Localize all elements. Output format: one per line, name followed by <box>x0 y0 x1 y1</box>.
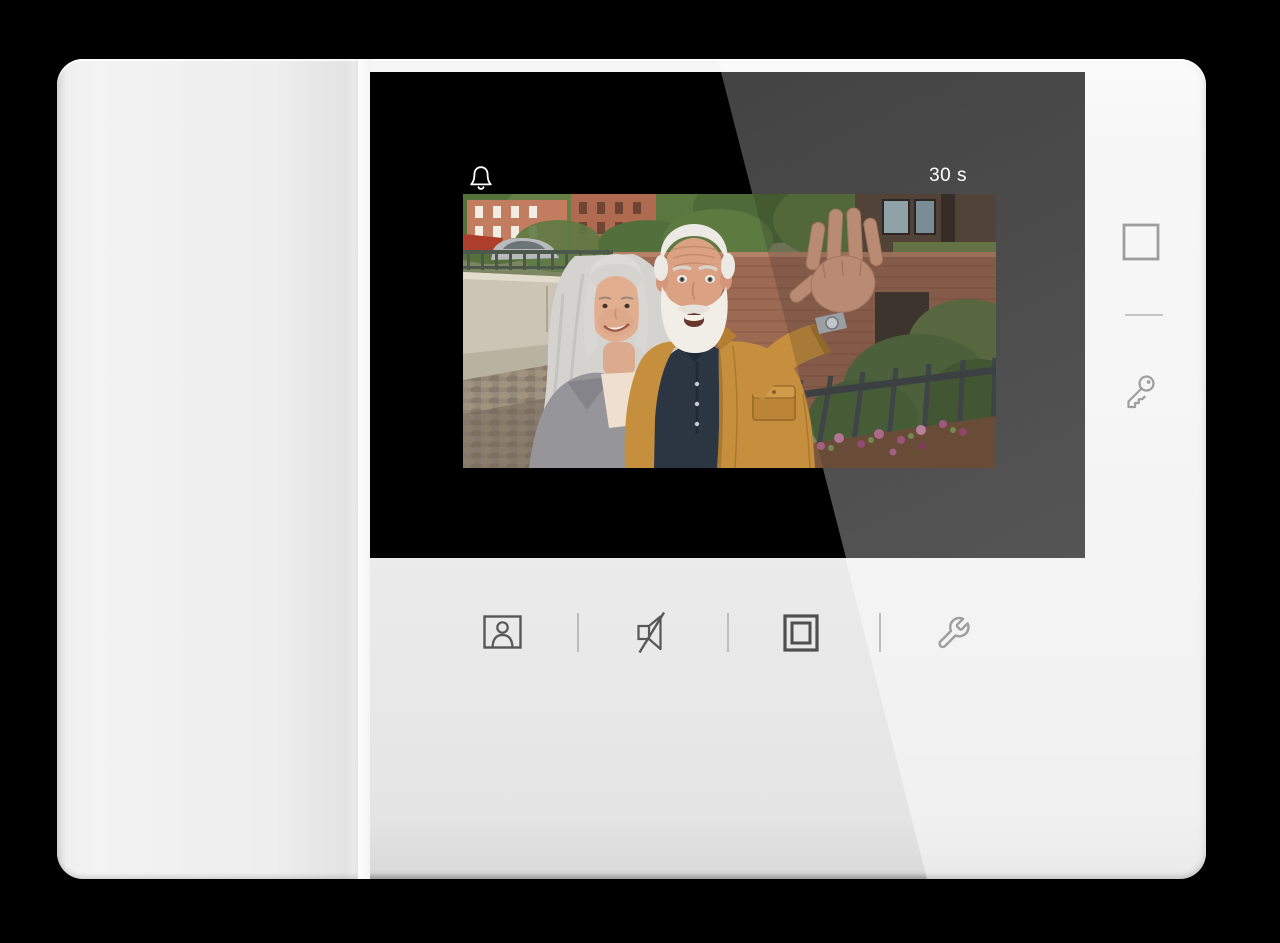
display-button[interactable] <box>1122 223 1160 261</box>
speaker-muted-icon <box>636 611 666 654</box>
settings-button[interactable] <box>935 615 972 652</box>
door-open-button[interactable] <box>1123 373 1159 411</box>
page-background: { "device": { "type": "video-door-interc… <box>0 0 1280 943</box>
key-icon <box>1123 373 1159 411</box>
speaker-panel <box>57 59 358 879</box>
mute-button[interactable] <box>636 611 666 654</box>
panel-seam <box>358 59 370 879</box>
side-panel-divider <box>1125 314 1163 316</box>
screen-glass: 30 s <box>370 72 1085 558</box>
camera-video-feed <box>463 194 996 468</box>
bottom-divider <box>577 613 579 652</box>
bottom-divider <box>879 613 881 652</box>
intercom-call-button[interactable] <box>483 615 522 649</box>
display-select-button[interactable] <box>783 614 819 652</box>
bottom-divider <box>727 613 729 652</box>
intercom-device: 30 s <box>57 59 1206 879</box>
square-in-square-icon <box>783 614 819 652</box>
doorbell-bell-icon <box>468 164 494 192</box>
portrait-icon <box>483 615 522 649</box>
call-timer: 30 s <box>929 165 967 187</box>
square-icon <box>1122 223 1160 261</box>
wrench-icon <box>935 615 972 652</box>
